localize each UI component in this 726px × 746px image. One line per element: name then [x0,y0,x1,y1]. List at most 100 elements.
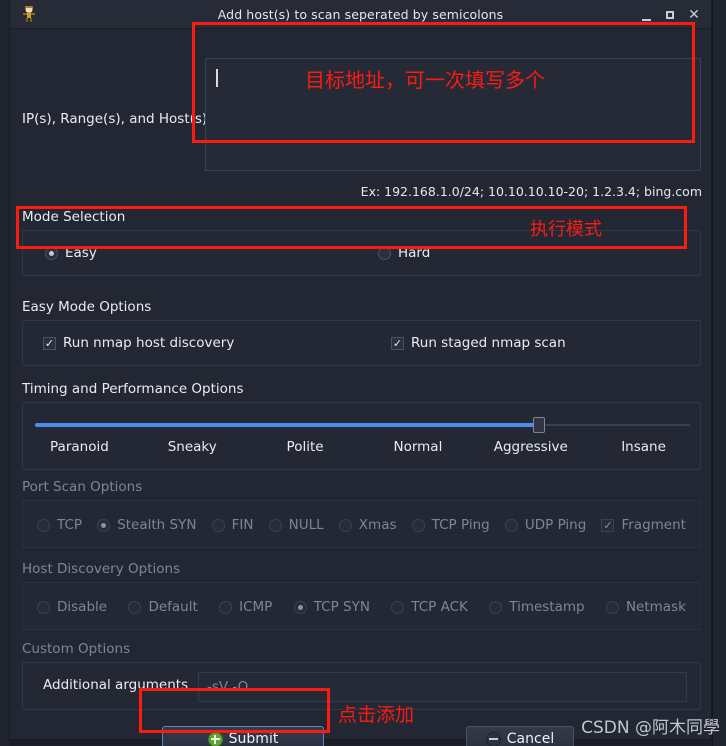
radio-label-netmask: Netmask [625,599,686,615]
timing-slider[interactable] [35,417,690,433]
port-scan-options-box: TCP Stealth SYN FIN NULL Xmas TCP Ping U… [22,500,701,548]
radio-discovery-tcp-syn[interactable]: TCP SYN [293,599,370,615]
radio-label-default: Default [148,599,198,615]
radio-label-xmas: Xmas [358,517,397,533]
radio-port-tcp[interactable]: TCP [37,517,82,533]
dialog-body: IP(s), Range(s), and Host(s) Ex: 192.168… [10,29,713,746]
submit-button-label: Submit [228,731,279,746]
radio-label-timestamp: Timestamp [509,599,585,615]
radio-discovery-icmp[interactable]: ICMP [219,599,272,615]
radio-port-xmas[interactable]: Xmas [338,517,397,533]
host-entry-label: IP(s), Range(s), and Host(s) [22,111,208,127]
host-discovery-options-group: Host Discovery Options Disable Default I… [22,561,701,630]
timing-tick-polite[interactable]: Polite [249,439,362,455]
radio-mode-easy[interactable]: Easy [45,245,97,261]
host-discovery-options-list: Disable Default ICMP TCP SYN TCP ACK Tim… [37,599,686,615]
port-scan-options-list: TCP Stealth SYN FIN NULL Xmas TCP Ping U… [37,517,686,533]
radio-icon-fin [211,518,225,532]
radio-port-tcp-ping[interactable]: TCP Ping [411,517,490,533]
radio-icon-null [268,518,282,532]
radio-icon-stealth-syn [97,518,111,532]
checkbox-label-host-discovery: Run nmap host discovery [63,335,235,351]
slider-handle[interactable] [533,417,546,433]
easy-mode-options-group: Easy Mode Options ✓ Run nmap host discov… [22,299,701,366]
custom-options-title: Custom Options [22,641,131,657]
timing-performance-title: Timing and Performance Options [22,381,244,397]
radio-discovery-tcp-ack[interactable]: TCP ACK [391,599,468,615]
radio-mode-hard[interactable]: Hard [378,245,430,261]
host-discovery-options-box: Disable Default ICMP TCP SYN TCP ACK Tim… [22,582,701,630]
window-title: Add host(s) to scan seperated by semicol… [217,6,504,22]
radio-icon-tcp [37,518,50,532]
cancel-button-label: Cancel [506,731,555,746]
minimize-button[interactable] [635,4,657,26]
annotation-text-mode-selection: 执行模式 [530,219,602,240]
radio-icon-timestamp [489,600,503,614]
port-scan-options-group: Port Scan Options TCP Stealth SYN FIN NU… [22,479,701,548]
text-caret [216,69,218,87]
radio-label-null: NULL [288,517,324,533]
radio-icon-disable [37,600,50,614]
timing-tick-sneaky[interactable]: Sneaky [136,439,249,455]
annotation-text-host-entry: 目标地址，可一次填写多个 [305,68,545,92]
timing-tick-aggressive[interactable]: Aggressive [474,439,587,455]
radio-label-fin: FIN [231,517,254,533]
checkbox-port-fragment[interactable]: ✓ Fragment [601,517,686,533]
radio-discovery-default[interactable]: Default [128,599,198,615]
additional-arguments-input[interactable]: -sV -O [198,672,687,702]
title-bar[interactable]: Add host(s) to scan seperated by semicol… [10,0,711,29]
radio-icon-default [128,600,142,614]
csdn-watermark: CSDN @阿木同學 [581,718,720,738]
radio-label-easy: Easy [65,245,97,261]
radio-icon-discovery-tcp-syn [293,600,307,614]
parent-window-right-edge [712,0,726,746]
submit-button[interactable]: Submit [162,726,324,746]
radio-port-udp-ping[interactable]: UDP Ping [504,517,586,533]
annotation-text-submit: 点击添加 [338,704,415,726]
timing-tick-insane[interactable]: Insane [587,439,700,455]
minus-circle-icon [485,731,501,746]
radio-label-tcp-ping: TCP Ping [431,517,490,533]
host-entry-row: IP(s), Range(s), and Host(s) [10,33,713,171]
plus-circle-icon [207,731,223,746]
radio-icon-tcp-ack [391,600,405,614]
radio-discovery-disable[interactable]: Disable [37,599,107,615]
radio-icon-easy [45,246,58,260]
checkbox-run-nmap-host-discovery[interactable]: ✓ Run nmap host discovery [43,335,234,351]
cancel-button[interactable]: Cancel [466,726,574,746]
radio-label-tcp: TCP [57,517,83,533]
parent-window-left-edge [0,0,9,746]
radio-label-hard: Hard [398,245,431,261]
easy-mode-options-title: Easy Mode Options [22,299,152,315]
timing-tick-labels: Paranoid Sneaky Polite Normal Aggressive… [23,439,700,455]
check-icon-fragment: ✓ [601,518,615,532]
radio-icon-xmas [338,518,352,532]
close-button[interactable]: ✕ [683,4,705,26]
maximize-button[interactable] [659,4,681,26]
radio-label-stealth-syn: Stealth SYN [117,517,197,533]
timing-performance-box: Paranoid Sneaky Polite Normal Aggressive… [22,402,701,470]
add-hosts-dialog: Add host(s) to scan seperated by semicol… [9,0,713,746]
slider-fill [35,423,540,427]
screen: Add host(s) to scan seperated by semicol… [0,0,726,746]
checkbox-run-staged-nmap-scan[interactable]: ✓ Run staged nmap scan [391,335,566,351]
radio-label-discovery-tcp-syn: TCP SYN [313,599,370,615]
port-scan-options-title: Port Scan Options [22,479,143,495]
check-icon-host-discovery: ✓ [43,336,56,350]
radio-icon-hard [378,246,391,260]
radio-port-stealth-syn[interactable]: Stealth SYN [97,517,196,533]
radio-label-disable: Disable [57,599,108,615]
easy-mode-options-box: ✓ Run nmap host discovery ✓ Run staged n… [22,320,701,366]
radio-icon-udp-ping [504,518,518,532]
radio-port-fin[interactable]: FIN [211,517,254,533]
radio-discovery-timestamp[interactable]: Timestamp [489,599,585,615]
timing-tick-paranoid[interactable]: Paranoid [23,439,136,455]
radio-icon-tcp-ping [411,518,425,532]
radio-icon-icmp [219,600,233,614]
host-discovery-options-title: Host Discovery Options [22,561,181,577]
checkbox-label-staged-scan: Run staged nmap scan [411,335,566,351]
checkbox-label-fragment: Fragment [621,517,686,533]
radio-port-null[interactable]: NULL [268,517,324,533]
radio-discovery-netmask[interactable]: Netmask [605,599,686,615]
timing-tick-normal[interactable]: Normal [361,439,474,455]
